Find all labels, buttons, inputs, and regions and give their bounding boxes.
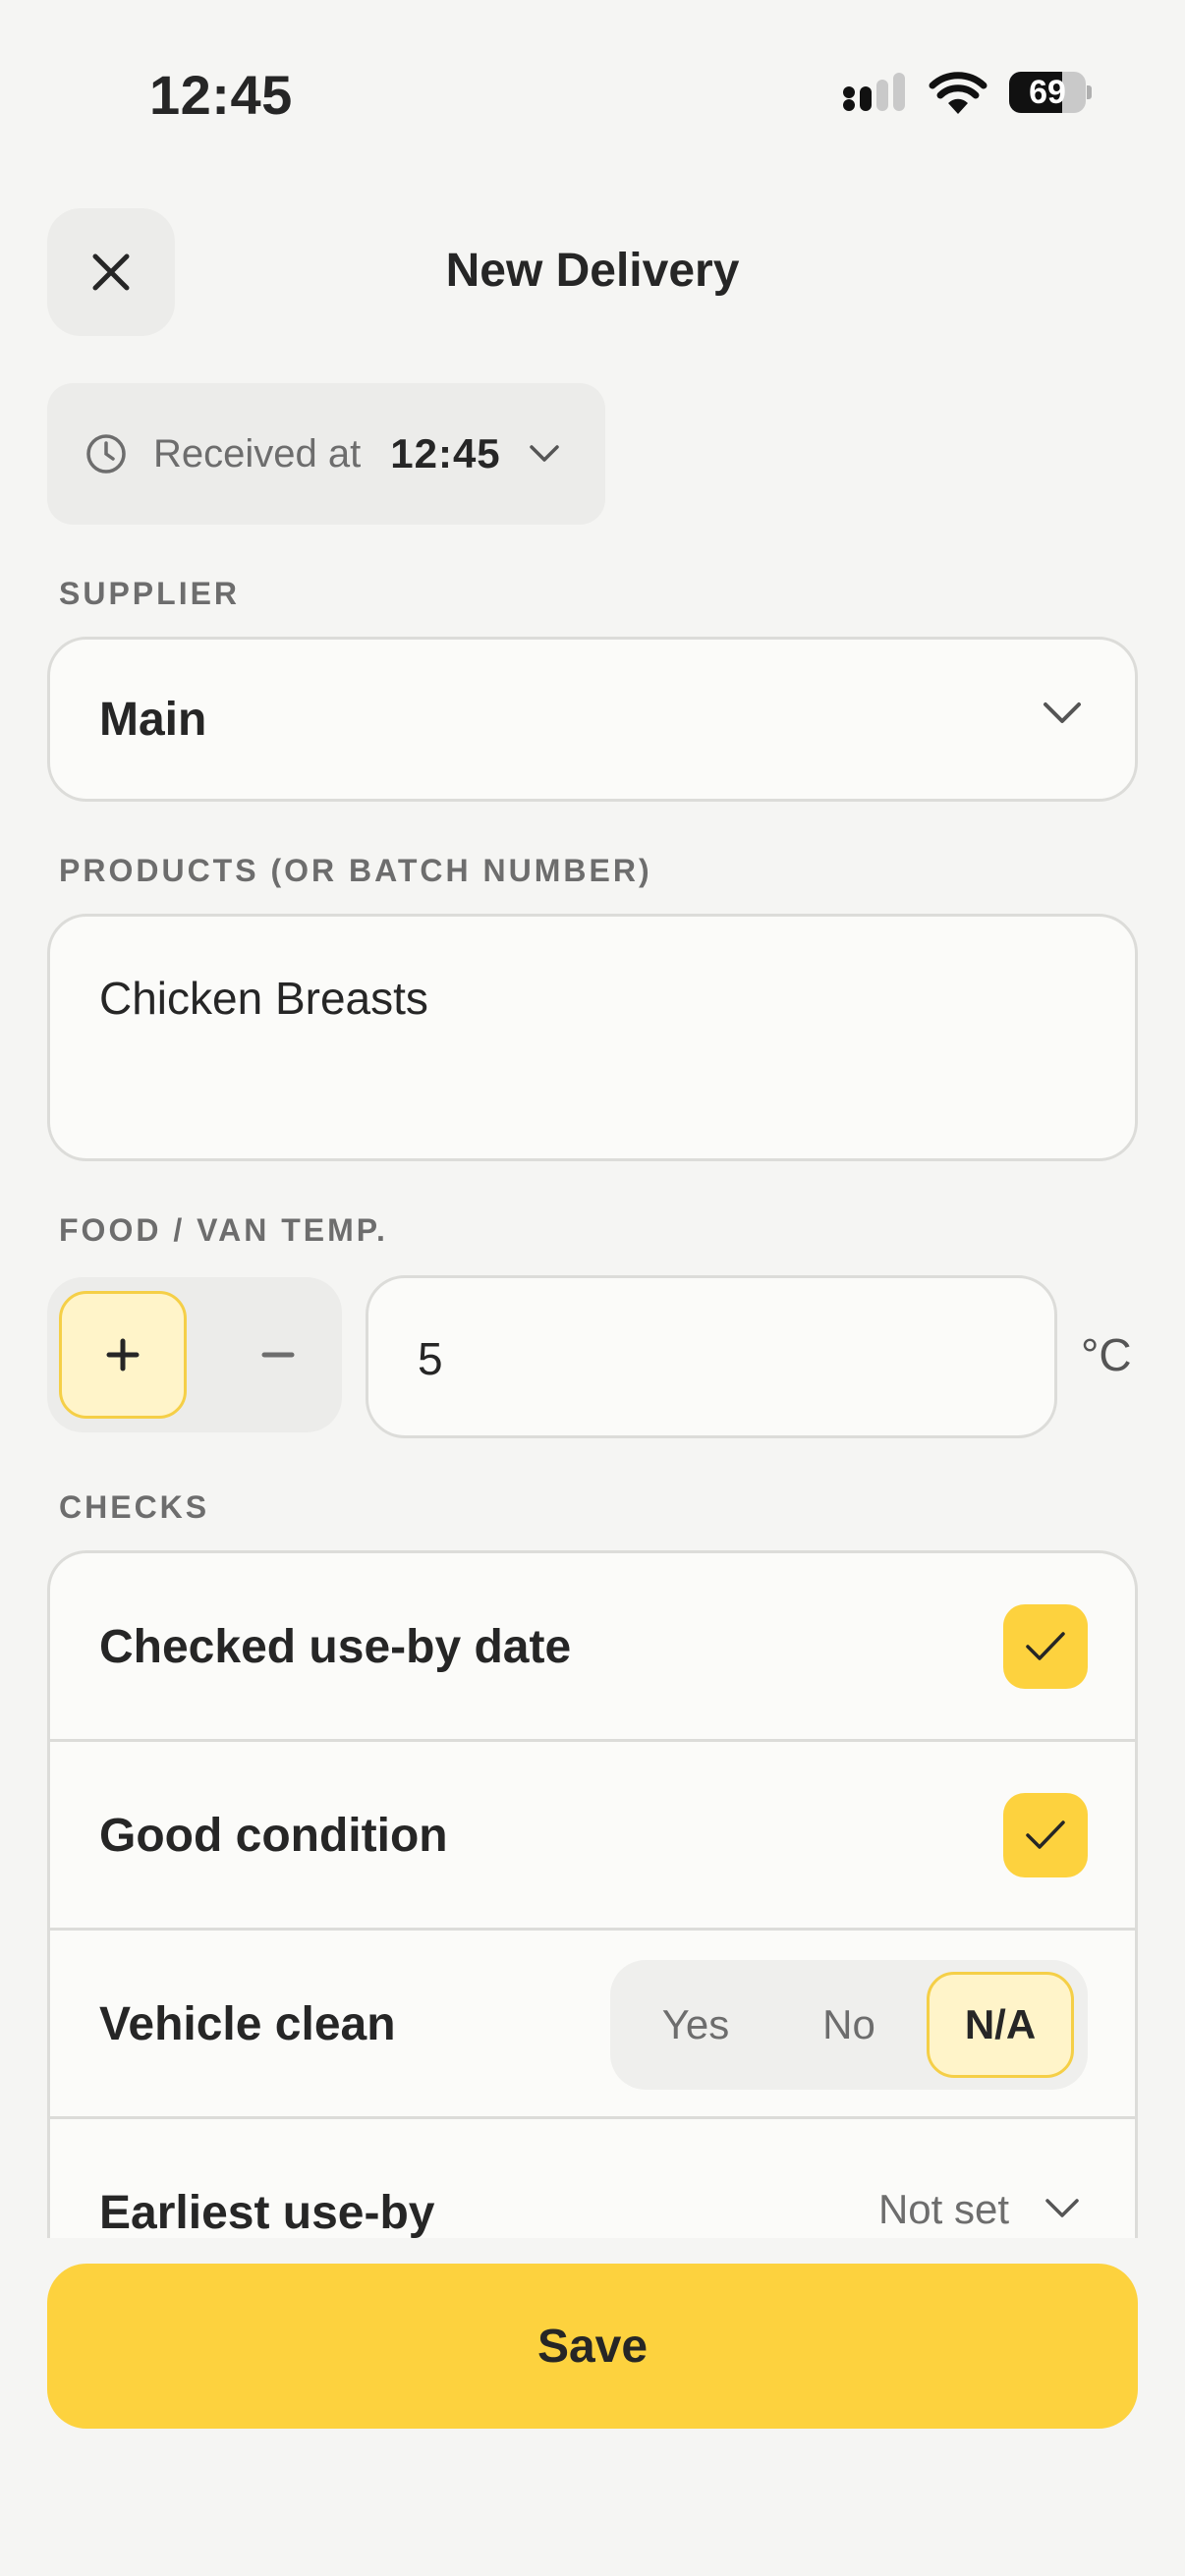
battery-level: 69 [1029, 74, 1066, 111]
supplier-value: Main [99, 693, 207, 746]
chevron-down-icon [1044, 702, 1081, 723]
check-label: Good condition [99, 1810, 448, 1862]
page-title: New Delivery [445, 245, 740, 297]
received-at-time: 12:45 [390, 430, 501, 476]
temperature-unit: °C [1081, 1329, 1132, 1380]
checkmark-icon [1026, 1820, 1065, 1849]
temperature-section-label: FOOD / VAN TEMP. [59, 1212, 388, 1248]
supplier-section-label: SUPPLIER [59, 576, 241, 611]
vehicle-clean-yes-option[interactable]: Yes [622, 1972, 769, 2078]
temperature-stepper [47, 1277, 342, 1432]
cellular-signal-icon [843, 73, 905, 111]
supplier-select[interactable]: Main [47, 637, 1138, 802]
received-at-label: Received at [153, 431, 362, 476]
wifi-icon [929, 72, 988, 114]
status-icons: 69 [842, 71, 1092, 114]
chevron-down-icon [529, 445, 559, 462]
status-bar: 12:45 69 [0, 0, 1185, 187]
temperature-value: 5 [418, 1333, 443, 1384]
received-at-picker[interactable]: Received at 12:45 [47, 383, 605, 525]
check-row-use-by-date[interactable]: Checked use-by date [50, 1553, 1135, 1742]
products-value: Chicken Breasts [99, 973, 428, 1024]
check-row-good-condition[interactable]: Good condition [50, 1742, 1135, 1931]
checkmark-icon [1026, 1632, 1065, 1660]
earliest-use-by-value: Not set [877, 2186, 1009, 2232]
status-time: 12:45 [149, 64, 293, 126]
temperature-input[interactable]: 5 [366, 1275, 1057, 1438]
save-button[interactable]: Save [47, 2264, 1138, 2429]
temperature-minus-button[interactable] [214, 1291, 342, 1419]
checks-section-label: CHECKS [59, 1489, 210, 1525]
temperature-plus-button[interactable] [59, 1291, 187, 1419]
products-input[interactable]: Chicken Breasts [47, 914, 1138, 1161]
vehicle-clean-segmented-control: Yes No N/A [610, 1960, 1088, 2090]
battery-icon: 69 [1009, 72, 1092, 113]
check-label: Earliest use-by [99, 2187, 435, 2238]
products-section-label: PRODUCTS (OR BATCH NUMBER) [59, 853, 652, 888]
minus-icon [261, 1352, 295, 1358]
use-by-date-checkbox[interactable] [1003, 1604, 1088, 1689]
vehicle-clean-na-option[interactable]: N/A [927, 1972, 1074, 2078]
clock-icon [86, 434, 126, 474]
check-row-earliest-use-by[interactable]: Earliest use-by Not set [50, 2119, 1135, 2238]
plus-icon [106, 1338, 140, 1372]
checks-list: Checked use-by date Good condition Vehic… [47, 1550, 1138, 2238]
chevron-down-icon [1045, 2199, 1079, 2217]
check-label: Vehicle clean [99, 1998, 396, 2050]
check-label: Checked use-by date [99, 1621, 572, 1673]
vehicle-clean-no-option[interactable]: No [775, 1972, 923, 2078]
check-row-vehicle-clean: Vehicle clean Yes No N/A [50, 1931, 1135, 2119]
good-condition-checkbox[interactable] [1003, 1793, 1088, 1877]
